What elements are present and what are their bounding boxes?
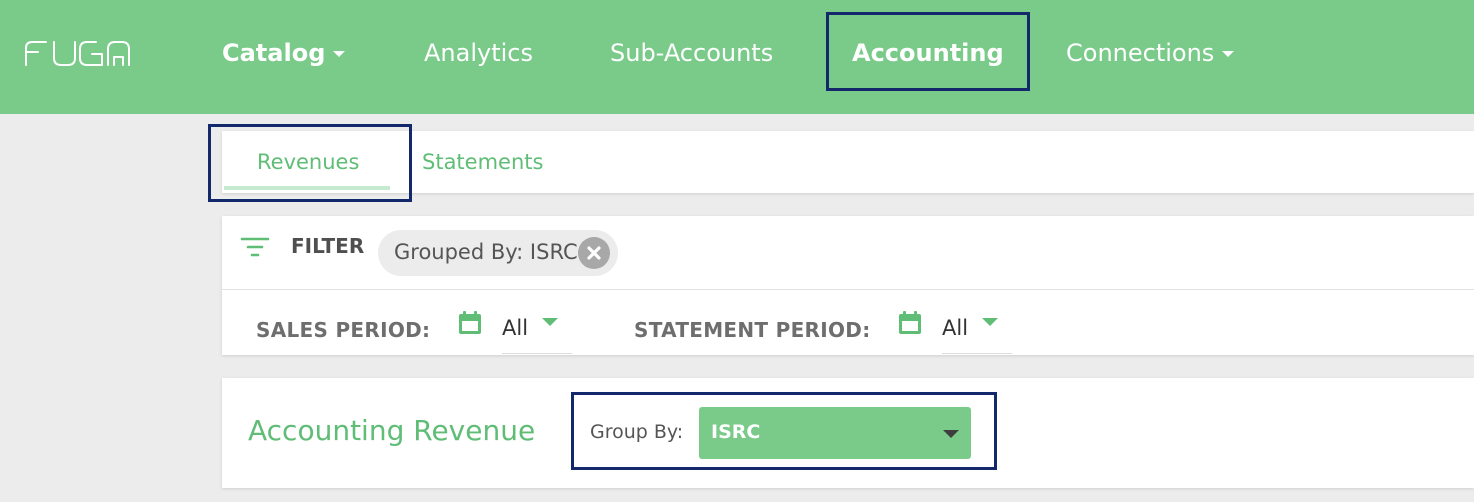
tab-statements-label: Statements: [422, 150, 544, 174]
fuga-logo[interactable]: [24, 40, 132, 66]
nav-catalog[interactable]: Catalog: [222, 36, 346, 70]
statement-period-value: All: [942, 316, 969, 340]
nav-analytics[interactable]: Analytics: [424, 36, 533, 70]
remove-filter-button[interactable]: [578, 237, 610, 269]
chevron-down-icon: [333, 51, 346, 57]
nav-sub-accounts-label: Sub-Accounts: [610, 39, 774, 67]
calendar-icon[interactable]: [897, 310, 923, 336]
top-navigation-bar: Catalog Analytics Sub-Accounts Accountin…: [0, 0, 1474, 114]
filter-divider: [222, 289, 1474, 290]
chevron-down-icon: [1222, 51, 1235, 57]
sales-period-label: SALES PERIOD:: [256, 318, 431, 342]
tab-statements[interactable]: Statements: [422, 147, 543, 177]
calendar-icon[interactable]: [457, 310, 483, 336]
filter-panel: FILTER Grouped By: ISRC SALES PERIOD: Al…: [222, 216, 1474, 355]
filter-chip-grouped-by: Grouped By: ISRC: [378, 230, 618, 276]
nav-catalog-label: Catalog: [222, 39, 326, 67]
sales-period-value: All: [502, 316, 529, 340]
filter-icon[interactable]: [240, 236, 270, 258]
sales-period-select[interactable]: All: [502, 312, 572, 354]
page-title: Accounting Revenue: [248, 414, 536, 447]
nav-connections-label: Connections: [1066, 39, 1215, 67]
highlight-accounting-nav: [826, 12, 1030, 91]
statement-period-label: STATEMENT PERIOD:: [634, 318, 871, 342]
filter-label: FILTER: [291, 234, 365, 258]
close-icon: [587, 246, 601, 260]
highlight-revenues-tab: [208, 124, 412, 202]
chevron-down-icon: [542, 318, 558, 326]
nav-analytics-label: Analytics: [424, 39, 533, 67]
chevron-down-icon: [982, 318, 998, 326]
nav-connections[interactable]: Connections: [1066, 36, 1235, 70]
nav-sub-accounts[interactable]: Sub-Accounts: [610, 36, 773, 70]
highlight-group-by: [571, 392, 997, 470]
statement-period-select[interactable]: All: [942, 312, 1012, 354]
filter-chip-label: Grouped By: ISRC: [394, 240, 578, 264]
